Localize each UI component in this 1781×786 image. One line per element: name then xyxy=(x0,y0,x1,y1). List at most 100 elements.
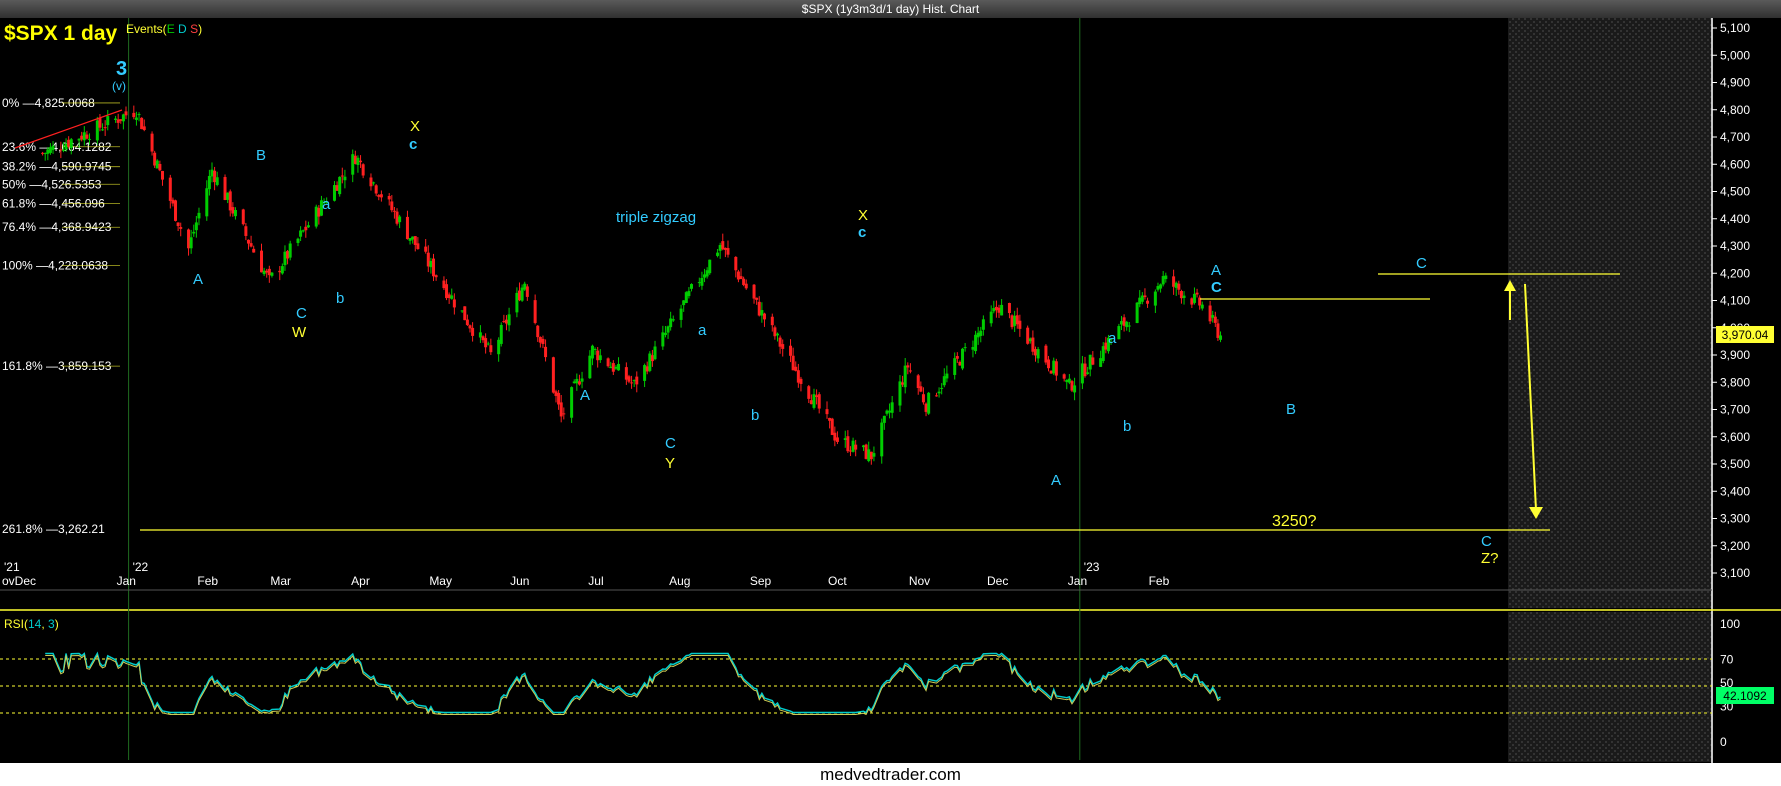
candle-body xyxy=(570,387,574,418)
price-tick-label: 4,200 xyxy=(1720,266,1750,280)
month-label: ovDec xyxy=(2,574,36,588)
candle-body xyxy=(559,402,563,417)
events-open: Events( xyxy=(126,22,167,36)
candle-body xyxy=(721,241,725,250)
candle-body xyxy=(262,270,266,275)
candle-body xyxy=(671,319,675,321)
candle-body xyxy=(361,164,365,176)
candle-body xyxy=(246,239,250,244)
candle-body xyxy=(252,248,256,253)
candle-body xyxy=(752,284,756,299)
candle-body xyxy=(1140,295,1144,302)
candle-body xyxy=(971,347,975,350)
candle-body xyxy=(773,327,777,337)
candle-body xyxy=(1010,315,1014,328)
candle-body xyxy=(426,252,430,267)
candle-body xyxy=(1156,286,1160,290)
candle-body xyxy=(794,366,798,371)
candle-body xyxy=(233,210,237,217)
candle-body xyxy=(140,117,144,130)
candle-body xyxy=(1015,315,1019,325)
candle-body xyxy=(416,243,420,250)
candle-body xyxy=(447,294,451,299)
candle-body xyxy=(663,332,667,335)
candle-body xyxy=(1127,325,1131,327)
candle-body xyxy=(174,200,178,221)
candle-body xyxy=(1000,304,1004,316)
chart-canvas[interactable]: 5,100 5,000 4,900 4,800 4,700 4,600 4,500 4,400… xyxy=(0,18,1781,763)
window-title: $SPX (1y3m3d/1 day) Hist. Chart xyxy=(0,0,1781,18)
candle-body xyxy=(160,170,164,180)
price-tick-label: 3,100 xyxy=(1720,566,1750,580)
candle-body xyxy=(379,194,383,198)
wave-W: W xyxy=(292,324,307,341)
candle-body xyxy=(486,343,490,345)
month-label: Aug xyxy=(669,574,690,588)
candle-body xyxy=(207,175,211,190)
candle-body xyxy=(134,117,138,120)
candle-body xyxy=(46,149,50,154)
candle-body xyxy=(359,160,363,163)
candle-body xyxy=(176,222,180,227)
candle-body xyxy=(270,272,274,276)
candle-body xyxy=(781,344,785,349)
candle-body xyxy=(314,206,318,227)
candle-body xyxy=(502,321,506,323)
candle-body xyxy=(1182,295,1186,299)
candle-body xyxy=(869,451,873,460)
candle-body xyxy=(627,376,631,382)
candle-body xyxy=(116,119,120,123)
events-d: D xyxy=(178,22,187,36)
candle-body xyxy=(41,152,45,154)
candle-body xyxy=(851,440,855,452)
candle-body xyxy=(934,395,938,397)
wave-A-may: A xyxy=(580,387,590,404)
candle-body xyxy=(736,271,740,280)
candle-body xyxy=(997,307,1001,313)
candle-body xyxy=(192,231,196,234)
candle-body xyxy=(317,207,321,217)
candle-body xyxy=(137,114,141,116)
candle-body xyxy=(577,381,581,385)
candle-body xyxy=(194,222,198,231)
candle-body xyxy=(288,243,292,258)
candle-body xyxy=(497,339,501,355)
candle-body xyxy=(596,350,600,361)
candle-body xyxy=(1161,276,1165,285)
month-label: Feb xyxy=(197,574,218,588)
candle-body xyxy=(95,120,99,141)
candle-body xyxy=(992,308,996,312)
candle-body xyxy=(635,376,639,385)
price-tick-label: 3,200 xyxy=(1720,539,1750,553)
candle-body xyxy=(1164,275,1168,280)
candle-body xyxy=(150,133,154,152)
future-zone-rsi xyxy=(1508,612,1713,762)
candle-body xyxy=(1067,378,1071,383)
rsi-label[interactable]: RSI(14, 3) xyxy=(4,617,59,631)
candle-body xyxy=(643,365,647,381)
price-tick-label: 4,500 xyxy=(1720,185,1750,199)
wave-a-mar: a xyxy=(322,196,331,213)
footer-watermark: medvedtrader.com xyxy=(0,763,1781,786)
wave-Z: Z? xyxy=(1481,550,1499,567)
candle-body xyxy=(541,338,545,344)
candle-body xyxy=(700,278,704,286)
candle-body xyxy=(260,250,264,273)
wave-Y: Y xyxy=(665,455,675,472)
candle-body xyxy=(1192,293,1196,303)
candle-body xyxy=(1174,282,1178,288)
candle-body xyxy=(906,365,910,368)
candle-body xyxy=(1211,315,1215,318)
events-label[interactable]: Events(E D S) xyxy=(126,22,202,36)
price-tick-label: 4,800 xyxy=(1720,103,1750,117)
candle-body xyxy=(1200,304,1204,309)
year-label: '21 xyxy=(4,560,20,574)
candle-body xyxy=(606,358,610,367)
candle-body xyxy=(609,366,613,369)
candle-body xyxy=(953,358,957,375)
candle-body xyxy=(463,306,467,321)
wave-a-jul: a xyxy=(698,322,707,339)
target-3250-note: 3250? xyxy=(1272,513,1317,530)
future-zone xyxy=(1508,18,1713,608)
candle-body xyxy=(77,138,81,141)
